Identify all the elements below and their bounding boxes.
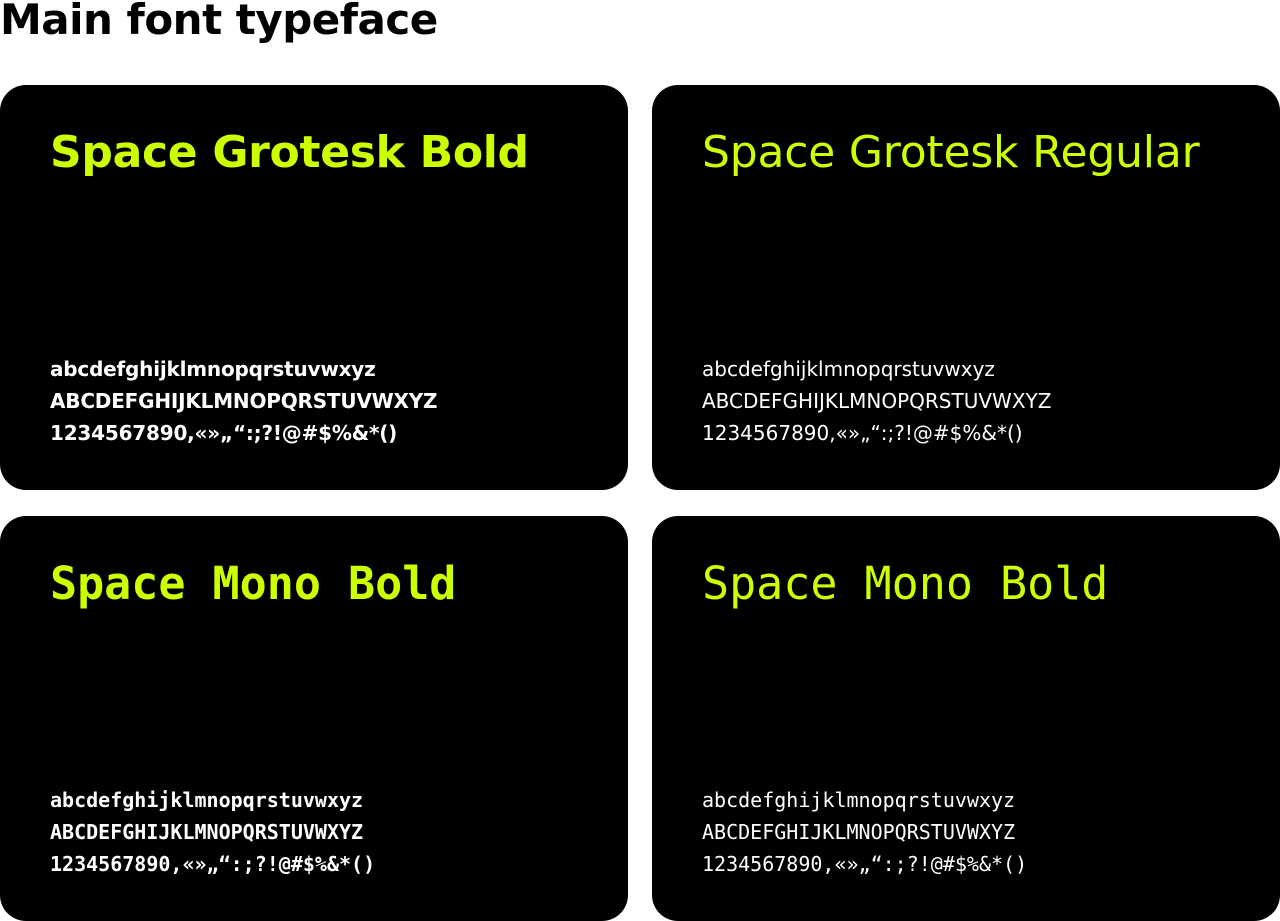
glyph-specimen: abcdefghijklmnopqrstuvwxyz ABCDEFGHIJKLM… bbox=[50, 784, 375, 880]
glyph-numbers-symbols: 1234567890,«»„“:;?!@#$%&*() bbox=[702, 852, 1028, 876]
glyph-numbers-symbols: 1234567890,«»„“:;?!@#$%&*() bbox=[702, 421, 1023, 445]
glyph-lowercase: abcdefghijklmnopqrstuvwxyz bbox=[50, 357, 376, 381]
font-card-heading: Space Grotesk Regular bbox=[702, 127, 1200, 178]
glyph-uppercase: ABCDEFGHIJKLMNOPQRSTUVWXYZ bbox=[702, 820, 1016, 844]
glyph-specimen: abcdefghijklmnopqrstuvwxyz ABCDEFGHIJKLM… bbox=[702, 784, 1027, 880]
font-card-space-mono-regular: Space Mono Bold abcdefghijklmnopqrstuvwx… bbox=[652, 516, 1280, 921]
glyph-specimen: abcdefghijklmnopqrstuvwxyz ABCDEFGHIJKLM… bbox=[50, 353, 438, 449]
font-card-space-grotesk-bold: Space Grotesk Bold abcdefghijklmnopqrstu… bbox=[0, 85, 628, 490]
font-card-space-mono-bold: Space Mono Bold abcdefghijklmnopqrstuvwx… bbox=[0, 516, 628, 921]
glyph-numbers-symbols: 1234567890,«»„“:;?!@#$%&*() bbox=[50, 852, 376, 876]
glyph-lowercase: abcdefghijklmnopqrstuvwxyz bbox=[702, 788, 1016, 812]
glyph-uppercase: ABCDEFGHIJKLMNOPQRSTUVWXYZ bbox=[50, 389, 438, 413]
glyph-specimen: abcdefghijklmnopqrstuvwxyz ABCDEFGHIJKLM… bbox=[702, 353, 1051, 449]
glyph-numbers-symbols: 1234567890,«»„“:;?!@#$%&*() bbox=[50, 421, 398, 445]
font-card-heading: Space Grotesk Bold bbox=[50, 127, 529, 178]
glyph-uppercase: ABCDEFGHIJKLMNOPQRSTUVWXYZ bbox=[50, 820, 364, 844]
font-card-space-grotesk-regular: Space Grotesk Regular abcdefghijklmnopqr… bbox=[652, 85, 1280, 490]
glyph-lowercase: abcdefghijklmnopqrstuvwxyz bbox=[50, 788, 364, 812]
glyph-uppercase: ABCDEFGHIJKLMNOPQRSTUVWXYZ bbox=[702, 389, 1052, 413]
font-card-heading: Space Mono Bold bbox=[50, 557, 457, 610]
glyph-lowercase: abcdefghijklmnopqrstuvwxyz bbox=[702, 357, 995, 381]
font-card-heading: Space Mono Bold bbox=[702, 557, 1109, 610]
page-title: Main font typeface bbox=[0, 0, 438, 44]
